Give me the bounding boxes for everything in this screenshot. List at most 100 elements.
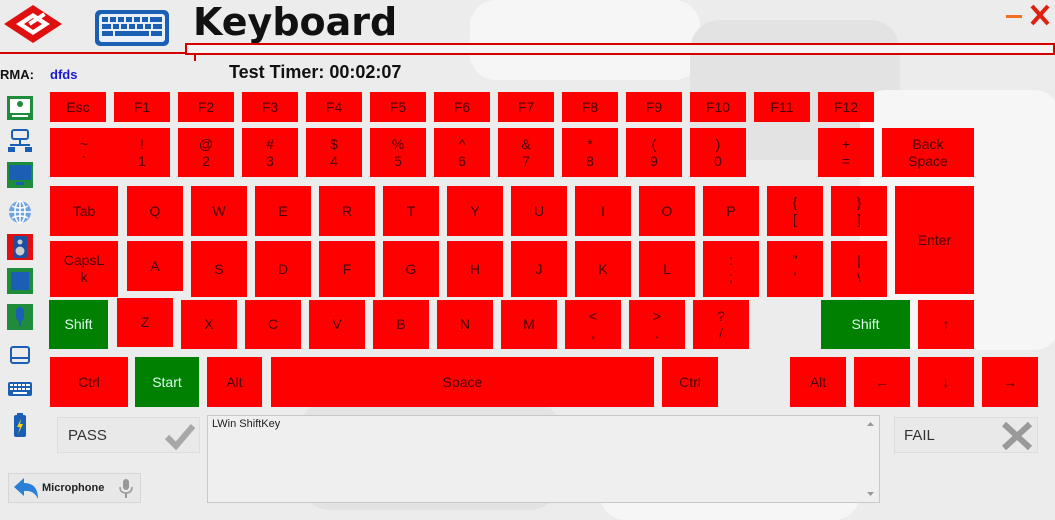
key-f3[interactable]: F3 [242, 92, 298, 122]
key-7[interactable]: & 7 [498, 128, 554, 177]
touchpad-icon[interactable] [6, 342, 34, 370]
key-a[interactable]: A [127, 241, 183, 291]
key-start[interactable]: Start [135, 357, 199, 407]
key-f[interactable]: F [319, 241, 375, 297]
key-y[interactable]: Y [447, 186, 503, 236]
key-t[interactable]: T [383, 186, 439, 236]
log-scrollbar[interactable] [862, 416, 879, 502]
key-f11[interactable]: F11 [754, 92, 810, 122]
key-shift[interactable]: Shift [49, 300, 108, 349]
key-e[interactable]: E [255, 186, 311, 236]
key-f2[interactable]: F2 [178, 92, 234, 122]
rma-label: RMA: [0, 67, 34, 82]
key-6[interactable]: ^ 6 [434, 128, 490, 177]
key-sym4-9[interactable]: > . [629, 300, 685, 349]
rma-value: dfds [50, 67, 78, 82]
key-g[interactable]: G [383, 241, 439, 297]
key-esc[interactable]: Esc [50, 92, 106, 122]
key-z[interactable]: Z [117, 298, 173, 347]
key-l[interactable]: L [639, 241, 695, 297]
key-0[interactable]: ) 0 [690, 128, 746, 177]
fail-label: FAIL [904, 427, 935, 444]
system-info-icon[interactable] [6, 94, 34, 122]
key-c[interactable]: C [245, 300, 301, 349]
key-sym1-11[interactable]: + = [818, 128, 874, 177]
key-sym4-10[interactable]: ? / [693, 300, 749, 349]
key-j[interactable]: J [511, 241, 567, 297]
key-alt[interactable]: Alt [207, 357, 262, 407]
key-f10[interactable]: F10 [690, 92, 746, 122]
key-backspace[interactable]: Back Space [882, 128, 974, 177]
key-sym4-8[interactable]: < , [565, 300, 621, 349]
key-f9[interactable]: F9 [626, 92, 682, 122]
key-sym3-10[interactable]: : ; [703, 241, 759, 297]
key-ctrl[interactable]: Ctrl [662, 357, 718, 407]
key-sym1-0[interactable]: ~ ` [50, 128, 118, 177]
key-4[interactable]: $ 4 [306, 128, 362, 177]
key-ctrl[interactable]: Ctrl [50, 357, 128, 407]
key-o[interactable]: O [639, 186, 695, 236]
key-sym5-7[interactable]: ↓ [918, 357, 974, 407]
key-q[interactable]: Q [127, 186, 183, 236]
key-log-textarea[interactable]: LWin ShiftKey [207, 415, 880, 503]
header-bar [185, 43, 1055, 55]
globe-icon[interactable] [6, 198, 34, 226]
key-alt[interactable]: Alt [790, 357, 846, 407]
close-button[interactable] [1028, 4, 1052, 26]
key-f5[interactable]: F5 [370, 92, 426, 122]
key-r[interactable]: R [319, 186, 375, 236]
fail-button[interactable]: FAIL [894, 417, 1038, 453]
key-v[interactable]: V [309, 300, 365, 349]
key-shift[interactable]: Shift [821, 300, 910, 349]
key-f6[interactable]: F6 [434, 92, 490, 122]
microphone-icon[interactable] [6, 303, 34, 331]
key-n[interactable]: N [437, 300, 493, 349]
minimize-button[interactable] [1004, 4, 1024, 26]
key-9[interactable]: ( 9 [626, 128, 682, 177]
key-sym2-12[interactable]: } ] [831, 186, 887, 236]
key-w[interactable]: W [191, 186, 247, 236]
key-m[interactable]: M [501, 300, 557, 349]
key-s[interactable]: S [191, 241, 247, 297]
key-sym3-11[interactable]: " ' [767, 241, 823, 297]
touchscreen-icon[interactable] [6, 267, 34, 295]
key-log-text: LWin ShiftKey [212, 418, 281, 430]
key-tab[interactable]: Tab [50, 186, 118, 236]
key-f1[interactable]: F1 [114, 92, 170, 122]
key-capslk[interactable]: CapsL k [50, 241, 118, 297]
microphone-button[interactable]: Microphone [8, 473, 141, 503]
keyboard-icon[interactable] [6, 375, 34, 403]
network-icon[interactable] [6, 127, 34, 155]
key-b[interactable]: B [373, 300, 429, 349]
key-i[interactable]: I [575, 186, 631, 236]
key-sym5-6[interactable]: ← [854, 357, 910, 407]
key-f7[interactable]: F7 [498, 92, 554, 122]
key-sym4-12[interactable]: ↑ [918, 300, 974, 349]
key-enter[interactable]: Enter [895, 186, 974, 294]
key-space[interactable]: Space [271, 357, 654, 407]
key-p[interactable]: P [703, 186, 759, 236]
pass-button[interactable]: PASS [57, 417, 200, 453]
speaker-icon[interactable] [6, 233, 34, 261]
key-5[interactable]: % 5 [370, 128, 426, 177]
key-f12[interactable]: F12 [818, 92, 874, 122]
pass-label: PASS [68, 427, 107, 444]
key-f4[interactable]: F4 [306, 92, 362, 122]
key-h[interactable]: H [447, 241, 503, 297]
key-3[interactable]: # 3 [242, 128, 298, 177]
key-k[interactable]: K [575, 241, 631, 297]
battery-icon[interactable] [6, 411, 34, 439]
key-d[interactable]: D [255, 241, 311, 297]
display-icon[interactable] [6, 161, 34, 189]
back-arrow-icon [14, 478, 38, 499]
key-u[interactable]: U [511, 186, 567, 236]
key-1[interactable]: ! 1 [114, 128, 170, 177]
key-sym2-11[interactable]: { [ [767, 186, 823, 236]
key-8[interactable]: * 8 [562, 128, 618, 177]
key-sym5-8[interactable]: → [982, 357, 1038, 407]
header: Keyboard [0, 0, 1055, 61]
key-x[interactable]: X [181, 300, 237, 349]
key-2[interactable]: @ 2 [178, 128, 234, 177]
key-f8[interactable]: F8 [562, 92, 618, 122]
key-sym3-12[interactable]: | \ [831, 241, 887, 297]
